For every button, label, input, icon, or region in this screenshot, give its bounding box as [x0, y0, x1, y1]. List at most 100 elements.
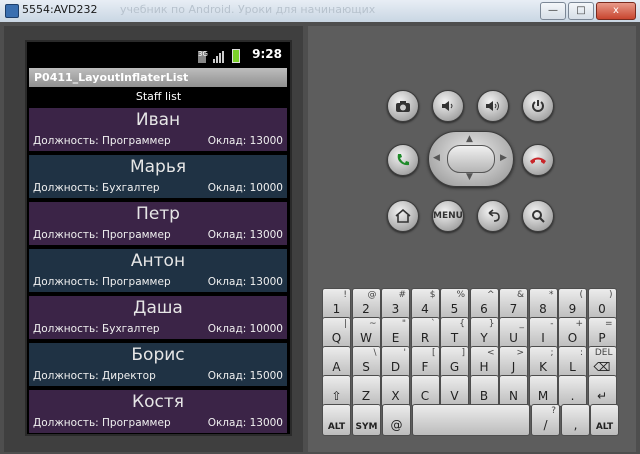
key-0-9[interactable]: ) 0: [587, 288, 617, 320]
window-title-ghost: учебник по Android. Уроки для начинающих: [120, 3, 376, 16]
key-alt-left[interactable]: ALT: [322, 404, 351, 436]
list-item[interactable]: Иван Должность: Программер Оклад: 13000: [29, 108, 287, 151]
staff-name: Иван: [135, 110, 181, 130]
key-1-8[interactable]: + O: [558, 317, 587, 349]
list-item[interactable]: Борис Должность: Директор Оклад: 15000: [29, 343, 287, 386]
key-shift-label: #: [398, 290, 406, 300]
key-3-2[interactable]: X: [381, 375, 410, 407]
device-screen[interactable]: 3G 9:28 P0411_LayoutInflaterList Staff l…: [25, 40, 292, 436]
list-item[interactable]: Даша Должность: Бухгалтер Оклад: 10000: [29, 296, 287, 339]
battery-icon: [232, 49, 240, 63]
key-0-0[interactable]: ! 1: [322, 288, 351, 320]
key-space[interactable]: [412, 404, 530, 436]
emulator-app-icon: [5, 4, 19, 18]
key-0-4[interactable]: % 5: [440, 288, 469, 320]
staff-salary: Оклад: 15000: [207, 370, 283, 382]
back-button[interactable]: [477, 200, 509, 232]
dpad-up-icon[interactable]: ▲: [466, 134, 473, 144]
key-shift-label: ;: [550, 348, 554, 358]
key-alt-right[interactable]: ALT: [590, 404, 619, 436]
key-3-7[interactable]: M: [528, 375, 558, 407]
staff-list-heading: Staff list: [135, 90, 182, 103]
camera-button[interactable]: [387, 90, 419, 122]
dpad-left-icon[interactable]: ◀: [433, 153, 440, 163]
key-label: 0: [598, 302, 606, 316]
key-3-9[interactable]: ↵: [587, 375, 617, 407]
power-button[interactable]: [522, 90, 554, 122]
key-shift-label: ~: [368, 319, 377, 329]
key-label: /: [543, 418, 548, 432]
key-slash[interactable]: /?: [531, 404, 560, 436]
key-2-7[interactable]: ; K: [528, 346, 558, 378]
key-label: N: [509, 389, 518, 403]
key-label: ,: [573, 418, 578, 432]
key-1-5[interactable]: } Y: [469, 317, 499, 349]
key-label: E: [391, 331, 400, 345]
key-2-1[interactable]: \ S: [351, 346, 381, 378]
key-label: @: [390, 418, 403, 432]
dpad-down-icon[interactable]: ▼: [466, 172, 473, 182]
staff-position: Должность: Программер: [33, 417, 171, 429]
key-2-3[interactable]: [F: [410, 346, 440, 378]
volume-down-button[interactable]: [432, 90, 464, 122]
key-comma[interactable]: ,: [561, 404, 590, 436]
key-1-6[interactable]: _ U: [499, 317, 528, 349]
home-button[interactable]: [387, 200, 419, 232]
key-1-9[interactable]: = P: [587, 317, 617, 349]
volume-up-button[interactable]: [477, 90, 509, 122]
list-item[interactable]: Антон Должность: Программер Оклад: 13000: [29, 249, 287, 292]
close-window-button[interactable]: x: [596, 2, 636, 20]
key-3-0[interactable]: ⇧: [322, 375, 351, 407]
staff-salary: Оклад: 13000: [207, 276, 283, 288]
call-button[interactable]: [387, 144, 419, 176]
key-label: K: [539, 360, 547, 374]
key-1-3[interactable]: ` R: [410, 317, 440, 349]
key-3-6[interactable]: N: [499, 375, 528, 407]
key-0-7[interactable]: * 8: [528, 288, 558, 320]
key-0-3[interactable]: $4: [410, 288, 440, 320]
key-at[interactable]: @: [382, 404, 411, 436]
key-3-8[interactable]: .: [558, 375, 587, 407]
staff-list[interactable]: Иван Должность: Программер Оклад: 13000 Мар…: [29, 108, 287, 434]
menu-button[interactable]: MENU: [432, 200, 464, 232]
key-label: 6: [480, 302, 488, 316]
end-call-button[interactable]: [522, 144, 554, 176]
key-2-6[interactable]: > J: [499, 346, 528, 378]
key-2-0[interactable]: A: [322, 346, 351, 378]
key-label: P: [598, 331, 606, 345]
key-sym[interactable]: SYM: [352, 404, 381, 436]
list-item[interactable]: Костя Должность: Программер Оклад: 13000: [29, 390, 287, 433]
search-button[interactable]: [522, 200, 554, 232]
key-1-2[interactable]: " E: [381, 317, 410, 349]
key-label: X: [391, 389, 400, 403]
key-3-3[interactable]: C: [410, 375, 440, 407]
key-3-4[interactable]: V: [440, 375, 469, 407]
key-0-5[interactable]: ^ 6: [469, 288, 499, 320]
key-0-2[interactable]: #3: [381, 288, 410, 320]
staff-salary: Оклад: 10000: [207, 182, 283, 194]
key-1-4[interactable]: {T: [440, 317, 469, 349]
key-2-4[interactable]: ] G: [440, 346, 469, 378]
key-0-6[interactable]: & 7: [499, 288, 528, 320]
key-2-8[interactable]: :L: [558, 346, 587, 378]
list-item[interactable]: Марья Должность: Бухгалтер Оклад: 10000: [29, 155, 287, 198]
key-1-7[interactable]: -I: [528, 317, 558, 349]
key-1-0[interactable]: | Q: [322, 317, 351, 349]
key-0-8[interactable]: (9: [558, 288, 587, 320]
key-3-1[interactable]: Z: [351, 375, 381, 407]
key-2-9[interactable]: DEL ⌫: [587, 346, 617, 378]
status-bar: 3G 9:28: [27, 42, 290, 68]
key-2-2[interactable]: ' D: [381, 346, 410, 378]
key-2-5[interactable]: < H: [469, 346, 499, 378]
key-0-1[interactable]: @2: [351, 288, 381, 320]
key-shift-label: [: [431, 348, 436, 358]
dpad-center-button[interactable]: [447, 145, 495, 173]
key-label: 2: [362, 302, 370, 316]
key-label: Z: [361, 389, 371, 403]
list-item[interactable]: Петр Должность: Программер Оклад: 13000: [29, 202, 287, 245]
maximize-button[interactable]: □: [568, 2, 594, 20]
key-1-1[interactable]: ~ W: [351, 317, 381, 349]
dpad-right-icon[interactable]: ▶: [500, 153, 507, 163]
key-3-5[interactable]: B: [469, 375, 499, 407]
minimize-button[interactable]: —: [540, 2, 566, 20]
